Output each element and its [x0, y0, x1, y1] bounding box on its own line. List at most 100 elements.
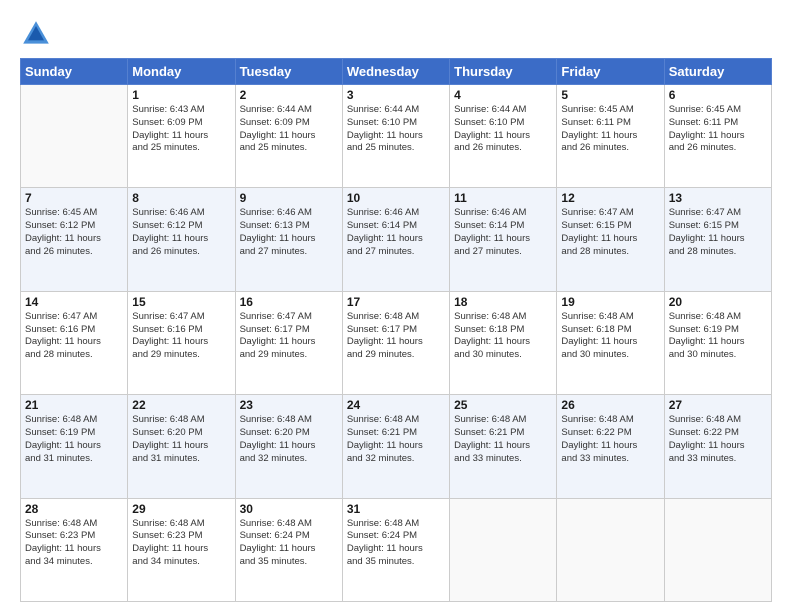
day-number: 18: [454, 295, 552, 309]
day-number: 8: [132, 191, 230, 205]
page: SundayMondayTuesdayWednesdayThursdayFrid…: [0, 0, 792, 612]
weekday-header-tuesday: Tuesday: [235, 59, 342, 85]
day-number: 11: [454, 191, 552, 205]
day-info: Sunrise: 6:48 AM Sunset: 6:24 PM Dayligh…: [347, 518, 445, 569]
day-info: Sunrise: 6:47 AM Sunset: 6:15 PM Dayligh…: [669, 207, 767, 258]
day-number: 3: [347, 88, 445, 102]
day-info: Sunrise: 6:46 AM Sunset: 6:14 PM Dayligh…: [454, 207, 552, 258]
calendar-table: SundayMondayTuesdayWednesdayThursdayFrid…: [20, 58, 772, 602]
calendar-cell: 29 Sunrise: 6:48 AM Sunset: 6:23 PM Dayli…: [128, 498, 235, 601]
week-row-5: 28 Sunrise: 6:48 AM Sunset: 6:23 PM Dayli…: [21, 498, 772, 601]
calendar-cell: 9 Sunrise: 6:46 AM Sunset: 6:13 PM Daylig…: [235, 188, 342, 291]
day-info: Sunrise: 6:46 AM Sunset: 6:13 PM Dayligh…: [240, 207, 338, 258]
calendar-cell: 28 Sunrise: 6:48 AM Sunset: 6:23 PM Dayli…: [21, 498, 128, 601]
day-number: 4: [454, 88, 552, 102]
weekday-header-thursday: Thursday: [450, 59, 557, 85]
day-info: Sunrise: 6:44 AM Sunset: 6:09 PM Dayligh…: [240, 104, 338, 155]
day-info: Sunrise: 6:48 AM Sunset: 6:21 PM Dayligh…: [347, 414, 445, 465]
day-number: 17: [347, 295, 445, 309]
calendar-cell: 3 Sunrise: 6:44 AM Sunset: 6:10 PM Daylig…: [342, 85, 449, 188]
day-info: Sunrise: 6:43 AM Sunset: 6:09 PM Dayligh…: [132, 104, 230, 155]
weekday-header-monday: Monday: [128, 59, 235, 85]
day-number: 28: [25, 502, 123, 516]
day-info: Sunrise: 6:48 AM Sunset: 6:22 PM Dayligh…: [561, 414, 659, 465]
day-info: Sunrise: 6:45 AM Sunset: 6:11 PM Dayligh…: [669, 104, 767, 155]
calendar-cell: 30Sunrise: 6:48 AM Sunset: 6:24 PM Dayli…: [235, 498, 342, 601]
day-info: Sunrise: 6:48 AM Sunset: 6:21 PM Dayligh…: [454, 414, 552, 465]
calendar-cell: 21 Sunrise: 6:48 AM Sunset: 6:19 PM Dayli…: [21, 395, 128, 498]
calendar-cell: 14Sunrise: 6:47 AM Sunset: 6:16 PM Dayli…: [21, 291, 128, 394]
calendar-cell: 25Sunrise: 6:48 AM Sunset: 6:21 PM Dayli…: [450, 395, 557, 498]
day-info: Sunrise: 6:46 AM Sunset: 6:14 PM Dayligh…: [347, 207, 445, 258]
day-number: 21: [25, 398, 123, 412]
day-number: 30: [240, 502, 338, 516]
day-info: Sunrise: 6:48 AM Sunset: 6:18 PM Dayligh…: [561, 311, 659, 362]
calendar-cell: 15 Sunrise: 6:47 AM Sunset: 6:16 PM Dayli…: [128, 291, 235, 394]
day-info: Sunrise: 6:48 AM Sunset: 6:23 PM Dayligh…: [132, 518, 230, 569]
calendar-cell: 24 Sunrise: 6:48 AM Sunset: 6:21 PM Dayli…: [342, 395, 449, 498]
calendar-cell: 4 Sunrise: 6:44 AM Sunset: 6:10 PM Daylig…: [450, 85, 557, 188]
weekday-header-friday: Friday: [557, 59, 664, 85]
calendar-cell: 27 Sunrise: 6:48 AM Sunset: 6:22 PM Dayli…: [664, 395, 771, 498]
day-number: 15: [132, 295, 230, 309]
calendar-cell: [557, 498, 664, 601]
day-info: Sunrise: 6:45 AM Sunset: 6:11 PM Dayligh…: [561, 104, 659, 155]
day-number: 24: [347, 398, 445, 412]
calendar-cell: 16 Sunrise: 6:47 AM Sunset: 6:17 PM Dayli…: [235, 291, 342, 394]
day-info: Sunrise: 6:46 AM Sunset: 6:12 PM Dayligh…: [132, 207, 230, 258]
calendar-cell: 11 Sunrise: 6:46 AM Sunset: 6:14 PM Dayli…: [450, 188, 557, 291]
day-number: 27: [669, 398, 767, 412]
calendar-cell: 10 Sunrise: 6:46 AM Sunset: 6:14 PM Dayli…: [342, 188, 449, 291]
calendar-cell: 2 Sunrise: 6:44 AM Sunset: 6:09 PM Daylig…: [235, 85, 342, 188]
calendar-cell: 5 Sunrise: 6:45 AM Sunset: 6:11 PM Daylig…: [557, 85, 664, 188]
calendar-cell: 12 Sunrise: 6:47 AM Sunset: 6:15 PM Dayli…: [557, 188, 664, 291]
week-row-1: 1 Sunrise: 6:43 AM Sunset: 6:09 PM Daylig…: [21, 85, 772, 188]
calendar-cell: 8 Sunrise: 6:46 AM Sunset: 6:12 PM Daylig…: [128, 188, 235, 291]
calendar-cell: [664, 498, 771, 601]
day-info: Sunrise: 6:47 AM Sunset: 6:16 PM Dayligh…: [25, 311, 123, 362]
day-number: 10: [347, 191, 445, 205]
day-number: 16: [240, 295, 338, 309]
calendar-cell: 17 Sunrise: 6:48 AM Sunset: 6:17 PM Dayli…: [342, 291, 449, 394]
calendar-cell: 7Sunrise: 6:45 AM Sunset: 6:12 PM Daylig…: [21, 188, 128, 291]
header: [20, 18, 772, 50]
day-info: Sunrise: 6:47 AM Sunset: 6:16 PM Dayligh…: [132, 311, 230, 362]
calendar-cell: 1 Sunrise: 6:43 AM Sunset: 6:09 PM Daylig…: [128, 85, 235, 188]
calendar-cell: 19 Sunrise: 6:48 AM Sunset: 6:18 PM Dayli…: [557, 291, 664, 394]
day-info: Sunrise: 6:48 AM Sunset: 6:17 PM Dayligh…: [347, 311, 445, 362]
day-info: Sunrise: 6:48 AM Sunset: 6:19 PM Dayligh…: [25, 414, 123, 465]
day-number: 19: [561, 295, 659, 309]
day-number: 1: [132, 88, 230, 102]
day-info: Sunrise: 6:44 AM Sunset: 6:10 PM Dayligh…: [347, 104, 445, 155]
weekday-header-sunday: Sunday: [21, 59, 128, 85]
day-info: Sunrise: 6:48 AM Sunset: 6:20 PM Dayligh…: [132, 414, 230, 465]
day-number: 7: [25, 191, 123, 205]
calendar-cell: [21, 85, 128, 188]
day-info: Sunrise: 6:47 AM Sunset: 6:15 PM Dayligh…: [561, 207, 659, 258]
weekday-header-wednesday: Wednesday: [342, 59, 449, 85]
day-info: Sunrise: 6:48 AM Sunset: 6:22 PM Dayligh…: [669, 414, 767, 465]
calendar-cell: 20 Sunrise: 6:48 AM Sunset: 6:19 PM Dayli…: [664, 291, 771, 394]
calendar-cell: 22 Sunrise: 6:48 AM Sunset: 6:20 PM Dayli…: [128, 395, 235, 498]
day-number: 26: [561, 398, 659, 412]
day-number: 22: [132, 398, 230, 412]
day-number: 5: [561, 88, 659, 102]
day-number: 29: [132, 502, 230, 516]
day-info: Sunrise: 6:48 AM Sunset: 6:18 PM Dayligh…: [454, 311, 552, 362]
day-number: 2: [240, 88, 338, 102]
calendar-cell: [450, 498, 557, 601]
day-number: 23: [240, 398, 338, 412]
day-info: Sunrise: 6:48 AM Sunset: 6:19 PM Dayligh…: [669, 311, 767, 362]
week-row-4: 21 Sunrise: 6:48 AM Sunset: 6:19 PM Dayli…: [21, 395, 772, 498]
day-number: 13: [669, 191, 767, 205]
day-info: Sunrise: 6:48 AM Sunset: 6:23 PM Dayligh…: [25, 518, 123, 569]
calendar-cell: 31Sunrise: 6:48 AM Sunset: 6:24 PM Dayli…: [342, 498, 449, 601]
logo-icon: [20, 18, 52, 50]
day-number: 20: [669, 295, 767, 309]
day-number: 12: [561, 191, 659, 205]
calendar-cell: 23Sunrise: 6:48 AM Sunset: 6:20 PM Dayli…: [235, 395, 342, 498]
day-info: Sunrise: 6:44 AM Sunset: 6:10 PM Dayligh…: [454, 104, 552, 155]
day-number: 9: [240, 191, 338, 205]
day-info: Sunrise: 6:47 AM Sunset: 6:17 PM Dayligh…: [240, 311, 338, 362]
logo: [20, 18, 56, 50]
